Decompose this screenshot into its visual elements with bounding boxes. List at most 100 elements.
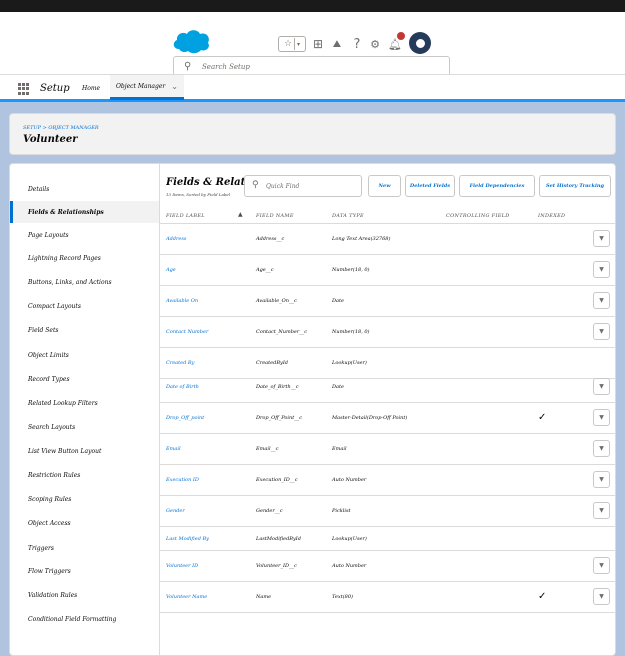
salesforce-logo[interactable]: [171, 27, 211, 55]
favorites-group[interactable]: ☆ ▾: [278, 36, 306, 52]
field-name: CreatedById: [256, 360, 288, 366]
sidebar-item-field-sets[interactable]: Field Sets: [10, 319, 159, 341]
global-actions-icon[interactable]: ⊞: [311, 36, 325, 52]
row-actions-dropdown-icon[interactable]: ▼: [593, 471, 610, 488]
field-label-link[interactable]: Address: [166, 236, 187, 242]
sidebar-item-conditional-field-formatting[interactable]: Conditional Field Formatting: [10, 608, 159, 630]
column-indexed[interactable]: INDEXED: [538, 213, 565, 219]
field-label-link[interactable]: Available On: [166, 298, 198, 304]
notifications-bell-icon[interactable]: 🔔︎: [388, 32, 405, 52]
field-name: Gender__c: [256, 508, 283, 514]
field-name: Available_On__c: [256, 298, 297, 304]
table-row: Volunteer ID Volunteer_ID__c Auto Number…: [160, 551, 615, 582]
table-row: Age Age__c Number(18, 0) ▼: [160, 255, 615, 286]
field-name: LastModifiedById: [256, 536, 301, 542]
table-row: Drop_Off_point Drop_Off_Point__c Master-…: [160, 403, 615, 434]
sidebar-item-details[interactable]: Details: [10, 178, 159, 200]
data-type: Date: [332, 298, 344, 304]
deleted-fields-button[interactable]: Deleted Fields: [405, 175, 455, 197]
field-label-link[interactable]: Drop_Off_point: [166, 415, 204, 421]
data-type: Picklist: [332, 508, 351, 514]
star-icon[interactable]: ☆: [284, 39, 292, 49]
quick-find-placeholder: Quick Find: [266, 183, 300, 190]
sidebar-item-flow-triggers[interactable]: Flow Triggers: [10, 560, 159, 582]
sidebar-item-validation-rules[interactable]: Validation Rules: [10, 584, 159, 606]
row-actions-dropdown-icon[interactable]: ▼: [593, 378, 610, 395]
sidebar-item-fields-relationships[interactable]: Fields & Relationships: [10, 201, 159, 223]
row-actions-dropdown-icon[interactable]: ▼: [593, 323, 610, 340]
sort-ascending-icon[interactable]: ▲: [238, 211, 243, 218]
field-label-link[interactable]: Gender: [166, 508, 185, 514]
sidebar-item-object-limits[interactable]: Object Limits: [10, 344, 159, 366]
favorites-dropdown-icon[interactable]: ▾: [297, 41, 300, 48]
help-icon[interactable]: ?: [350, 36, 364, 52]
row-actions-dropdown-icon[interactable]: ▼: [593, 261, 610, 278]
setup-gear-icon[interactable]: ⚙: [368, 36, 382, 52]
table-header: FIELD LABEL ▲ FIELD NAME DATA TYPE CONTR…: [160, 208, 615, 224]
field-label-link[interactable]: Email: [166, 446, 181, 452]
sidebar-item-triggers[interactable]: Triggers: [10, 537, 159, 559]
field-dependencies-button[interactable]: Field Dependencies: [459, 175, 535, 197]
tab-object-manager[interactable]: Object Manager ⌄: [110, 75, 184, 100]
field-name: Age__c: [256, 267, 274, 273]
sidebar-item-scoping-rules[interactable]: Scoping Rules: [10, 488, 159, 510]
quick-find-input[interactable]: ⚲ Quick Find: [244, 175, 362, 197]
top-black-bar: [0, 0, 625, 12]
sidebar-item-record-types[interactable]: Record Types: [10, 368, 159, 390]
app-launcher-icon[interactable]: [18, 83, 30, 95]
field-label-link[interactable]: Volunteer ID: [166, 563, 198, 569]
row-actions-dropdown-icon[interactable]: ▼: [593, 557, 610, 574]
field-name: Email__c: [256, 446, 279, 452]
column-controlling-field[interactable]: CONTROLLING FIELD: [446, 213, 510, 219]
field-label-link[interactable]: Date of Birth: [166, 384, 199, 390]
sidebar-item-restriction-rules[interactable]: Restriction Rules: [10, 464, 159, 486]
sidebar-item-object-access[interactable]: Object Access: [10, 512, 159, 534]
search-placeholder: Search Setup: [202, 63, 250, 71]
row-actions-dropdown-icon[interactable]: ▼: [593, 502, 610, 519]
sidebar-item-related-lookup-filters[interactable]: Related Lookup Filters: [10, 392, 159, 414]
sidebar-item-lightning-record-pages[interactable]: Lightning Record Pages: [10, 247, 159, 269]
row-actions-dropdown-icon[interactable]: ▼: [593, 292, 610, 309]
table-row: Gender Gender__c Picklist ▼: [160, 496, 615, 527]
sidebar: Details Fields & Relationships Page Layo…: [10, 164, 160, 655]
user-avatar[interactable]: [409, 32, 431, 54]
field-label-link[interactable]: Created By: [166, 360, 194, 366]
avatar-face-icon: [413, 36, 427, 50]
data-type: Auto Number: [332, 563, 367, 569]
sidebar-item-page-layouts[interactable]: Page Layouts: [10, 224, 159, 246]
field-label-link[interactable]: Age: [166, 267, 176, 273]
table-row: Address Address__c Long Text Area(32768)…: [160, 224, 615, 255]
breadcrumb[interactable]: SETUP > OBJECT MANAGER: [23, 125, 99, 131]
chevron-down-icon[interactable]: ⌄: [171, 82, 178, 91]
column-field-label[interactable]: FIELD LABEL: [166, 213, 205, 219]
data-type: Number(18, 0): [332, 329, 370, 335]
row-actions-dropdown-icon[interactable]: ▼: [593, 440, 610, 457]
sidebar-item-compact-layouts[interactable]: Compact Layouts: [10, 295, 159, 317]
column-field-name[interactable]: FIELD NAME: [256, 213, 294, 219]
indexed-check-icon: ✓: [538, 591, 547, 602]
set-history-tracking-button[interactable]: Set History Tracking: [539, 175, 611, 197]
table-row: Execution ID Execution_ID__c Auto Number…: [160, 465, 615, 496]
trailhead-icon[interactable]: ⛰: [330, 36, 344, 52]
column-data-type[interactable]: DATA TYPE: [332, 213, 364, 219]
new-button[interactable]: New: [368, 175, 401, 197]
table-row: Date of Birth Date_of_Birth__c Date ▼: [160, 372, 615, 403]
field-name: Volunteer_ID__c: [256, 563, 297, 569]
field-label-link[interactable]: Contact Number: [166, 329, 208, 335]
sidebar-item-list-view-button-layout[interactable]: List View Button Layout: [10, 440, 159, 462]
sidebar-item-buttons-links-actions[interactable]: Buttons, Links, and Actions: [10, 271, 159, 293]
sidebar-item-search-layouts[interactable]: Search Layouts: [10, 416, 159, 438]
data-type: Master-Detail(Drop-Off Point): [332, 415, 408, 421]
notification-badge: [397, 32, 405, 40]
row-actions-dropdown-icon[interactable]: ▼: [593, 588, 610, 605]
indexed-check-icon: ✓: [538, 412, 547, 423]
field-label-link[interactable]: Volunteer Name: [166, 594, 207, 600]
row-actions-dropdown-icon[interactable]: ▼: [593, 230, 610, 247]
table-row: Last Modified By LastModifiedById Lookup…: [160, 527, 615, 551]
field-label-link[interactable]: Execution ID: [166, 477, 199, 483]
field-label-link[interactable]: Last Modified By: [166, 536, 209, 542]
object-header: SETUP > OBJECT MANAGER Volunteer: [9, 113, 616, 155]
table-row: Volunteer Name Name Text(80) ✓ ▼: [160, 582, 615, 613]
row-actions-dropdown-icon[interactable]: ▼: [593, 409, 610, 426]
tab-home[interactable]: Home: [82, 85, 100, 92]
